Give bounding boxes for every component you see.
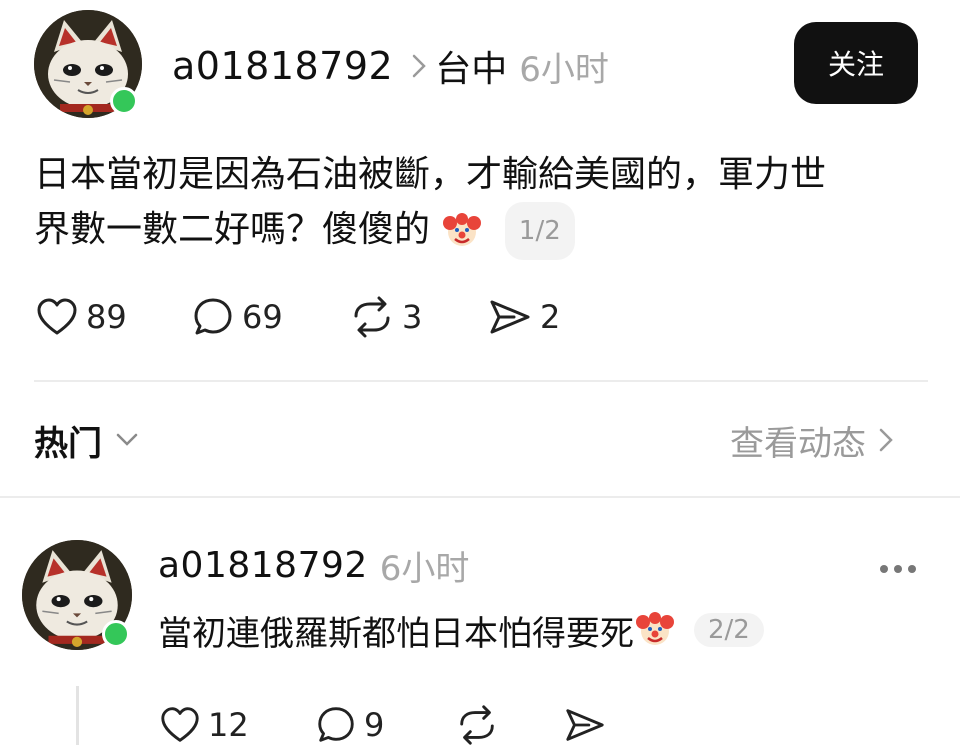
share-icon (490, 300, 530, 334)
more-dots-icon (908, 565, 916, 573)
sort-hot-dropdown[interactable]: 热门 (34, 416, 140, 464)
reply-like-button[interactable]: 12 (158, 702, 249, 748)
more-dots-icon (880, 565, 888, 573)
reply-like-count: 12 (208, 706, 249, 744)
reply-share-button[interactable] (562, 702, 608, 748)
reply-comment-button[interactable]: 9 (314, 702, 384, 748)
divider-top (34, 380, 928, 382)
view-activity-link[interactable]: 查看动态 (730, 416, 894, 464)
clown-emoji-icon (636, 612, 674, 645)
post-text-line2: 界數一數二好嗎？傻傻的 (34, 209, 431, 250)
chevron-right-icon (411, 53, 427, 79)
thread-line (76, 686, 79, 745)
online-status-dot (102, 620, 130, 648)
chevron-right-icon (879, 428, 893, 452)
share-icon (566, 709, 604, 741)
heart-icon (161, 707, 199, 742)
reply-repost-button[interactable] (454, 702, 500, 748)
clown-emoji-icon (443, 213, 482, 246)
share-button[interactable]: 2 (486, 294, 560, 340)
comment-count: 69 (242, 298, 283, 336)
like-count: 89 (86, 298, 127, 336)
view-activity-label: 查看动态 (730, 423, 866, 464)
post-location[interactable]: 台中 (435, 40, 507, 92)
repost-button[interactable]: 3 (348, 294, 422, 340)
sort-hot-label: 热门 (34, 423, 102, 464)
online-status-dot (110, 87, 138, 115)
reply-text-row: 當初連俄羅斯都怕日本怕得要死 2/2 (158, 604, 764, 656)
post-time: 6小时 (519, 49, 609, 90)
comment-icon (318, 707, 354, 742)
reply-pager-badge: 2/2 (694, 613, 764, 647)
more-options-button[interactable] (880, 558, 922, 574)
post-username[interactable]: a01818792 (172, 44, 393, 88)
repost-icon (460, 705, 494, 745)
reply-header: a01818792 6小时 (158, 540, 469, 590)
comment-button[interactable]: 69 (190, 294, 283, 340)
reply-username[interactable]: a01818792 (158, 545, 368, 586)
reply-comment-count: 9 (364, 706, 385, 744)
section-separator (0, 496, 960, 498)
repost-count: 3 (402, 298, 423, 336)
more-dots-icon (894, 565, 902, 573)
heart-icon (37, 298, 77, 335)
comment-icon (194, 298, 232, 335)
reply-text: 當初連俄羅斯都怕日本怕得要死 (158, 613, 634, 654)
post-header: a01818792 台中 6小时 (172, 40, 609, 92)
post-text-line1: 日本當初是因為石油被斷，才輸給美國的，軍力世 (34, 154, 827, 195)
follow-button[interactable]: 关注 (794, 22, 918, 104)
share-count: 2 (540, 298, 561, 336)
post-pager-badge: 1/2 (504, 202, 575, 260)
repost-icon (354, 296, 390, 338)
post-text: 日本當初是因為石油被斷，才輸給美國的，軍力世 界數一數二好嗎？傻傻的 1/2 (34, 148, 914, 260)
chevron-down-icon (116, 433, 138, 446)
like-button[interactable]: 89 (34, 294, 127, 340)
reply-time: 6小时 (379, 548, 470, 589)
